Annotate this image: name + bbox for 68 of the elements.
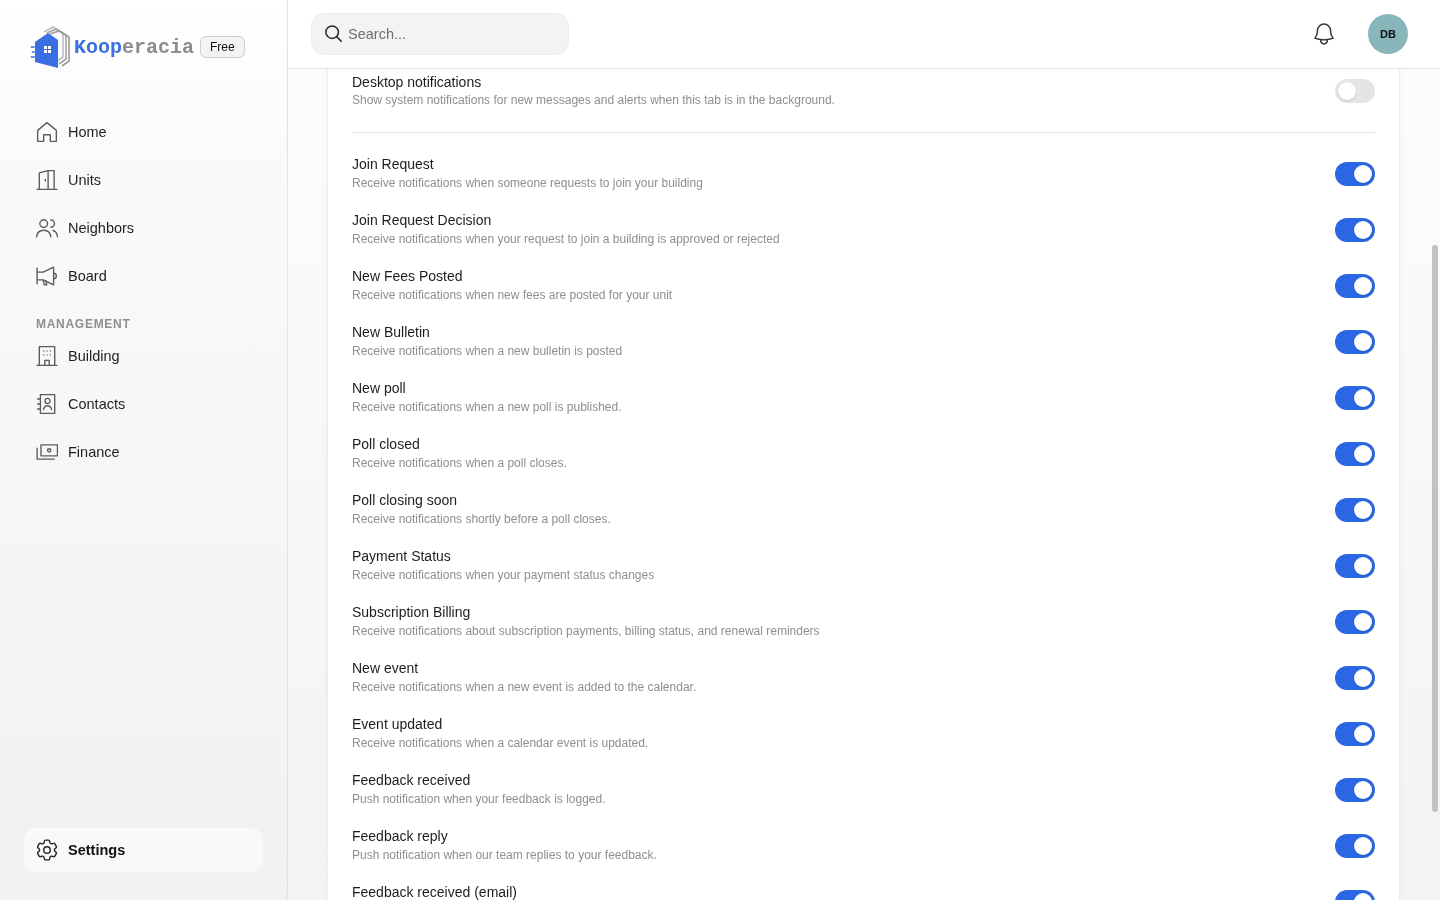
- setting-title: Join Request: [352, 158, 435, 171]
- setting-description: Receive notifications when someone requests to join your building: [352, 174, 704, 192]
- nav-item[interactable]: Building: [24, 334, 263, 378]
- nav-item[interactable]: Settings: [24, 828, 263, 872]
- logo-wordmark: Kooperacia: [74, 35, 195, 59]
- toggle-switch[interactable]: [1335, 79, 1375, 103]
- setting-title: Event updated: [352, 718, 444, 731]
- setting-description: Push notification when our team replies to your feedback.: [352, 846, 658, 864]
- setting-description: Receive notifications when a new bulletin is posted: [352, 342, 624, 360]
- toggle-switch[interactable]: [1335, 498, 1375, 522]
- setting-title: New Bulletin: [352, 326, 431, 339]
- toggle-switch[interactable]: [1335, 386, 1375, 410]
- setting-description: Receive notifications when your request to join a building is approved or rejected: [352, 230, 781, 248]
- toggle-switch[interactable]: [1335, 442, 1375, 466]
- toggle-switch[interactable]: [1335, 778, 1375, 802]
- house-logo-icon: [30, 26, 70, 68]
- setting-description: Receive notifications when a calendar event is updated.: [352, 734, 650, 752]
- setting-title: Desktop notifications: [352, 73, 483, 92]
- setting-description: Receive notifications about subscription payments, billing status, and renewal reminders: [352, 622, 821, 640]
- setting-title: Feedback reply: [352, 830, 449, 843]
- toggle-switch[interactable]: [1335, 330, 1375, 354]
- search-icon: [325, 25, 342, 42]
- nav-item[interactable]: Neighbors: [24, 206, 263, 250]
- address-book-icon: [36, 393, 58, 415]
- door-icon: [36, 169, 58, 191]
- toggle-switch[interactable]: [1335, 834, 1375, 858]
- setting-description: Receive notifications when a new poll is published.: [352, 398, 623, 416]
- toggle-switch[interactable]: [1335, 218, 1375, 242]
- setting-description: Receive notifications when new fees are posted for your unit: [352, 286, 674, 304]
- toggle-switch[interactable]: [1335, 162, 1375, 186]
- gear-icon: [36, 839, 58, 861]
- nav-item[interactable]: Finance: [24, 430, 263, 474]
- setting-title: Join Request Decision: [352, 214, 493, 227]
- nav-item[interactable]: Board: [24, 254, 263, 298]
- building-icon: [36, 345, 58, 367]
- setting-description: Receive notifications shortly before a poll closes.: [352, 510, 612, 528]
- setting-description: Receive notifications when a new event is added to the calendar.: [352, 678, 698, 696]
- setting-title: New Fees Posted: [352, 270, 464, 283]
- toggle-switch[interactable]: [1335, 722, 1375, 746]
- setting-title: Poll closed: [352, 438, 421, 451]
- nav-item[interactable]: Contacts: [24, 382, 263, 426]
- setting-title: Poll closing soon: [352, 494, 459, 507]
- two-people-icon: [36, 217, 58, 239]
- toggle-switch[interactable]: [1335, 554, 1375, 578]
- setting-title: Payment Status: [352, 550, 452, 563]
- avatar[interactable]: DB: [1368, 14, 1408, 54]
- toggle-switch[interactable]: [1335, 274, 1375, 298]
- banknote-icon: [36, 441, 58, 463]
- nav-item[interactable]: Home: [24, 110, 263, 154]
- megaphone-icon: [36, 265, 58, 287]
- toggle-switch[interactable]: [1335, 610, 1375, 634]
- scrollbar-thumb[interactable]: [1432, 245, 1438, 812]
- search-field[interactable]: Search...: [312, 14, 568, 54]
- setting-title: Feedback received: [352, 774, 472, 787]
- setting-title: New poll: [352, 382, 407, 395]
- setting-title: New event: [352, 662, 420, 675]
- setting-description: Receive notifications when a poll closes.: [352, 454, 568, 472]
- setting-description: Show system notifications for new messages and alerts when this tab is in the background.: [352, 92, 836, 109]
- house-icon: [36, 121, 58, 143]
- setting-title: Feedback received (email): [352, 886, 518, 899]
- setting-title: Subscription Billing: [352, 606, 472, 619]
- plan-badge: Free: [200, 36, 245, 58]
- setting-description: Receive notifications when your payment status changes: [352, 566, 656, 584]
- bell-icon[interactable]: [1314, 23, 1334, 45]
- section-heading: MANAGEMENT: [35, 316, 132, 332]
- toggle-switch[interactable]: [1335, 666, 1375, 690]
- setting-description: Push notification when your feedback is logged.: [352, 790, 607, 808]
- nav-item[interactable]: Units: [24, 158, 263, 202]
